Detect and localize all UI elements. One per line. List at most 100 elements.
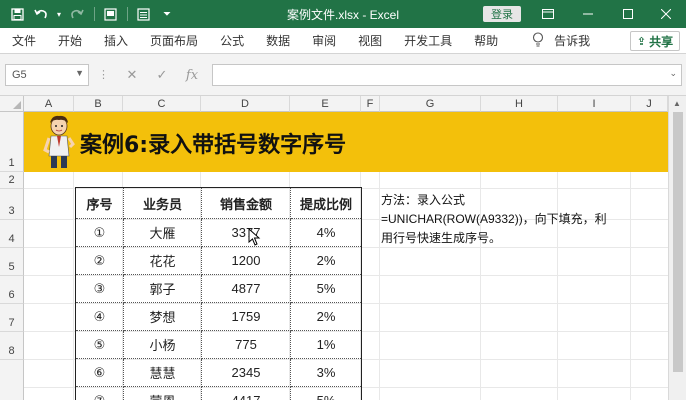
chevron-down-icon[interactable]: ▼ [75, 68, 84, 78]
table-row: ① 大雁 3377 4% [75, 218, 362, 247]
note-line: 方法：录入公式 [381, 193, 466, 207]
table-cell[interactable]: 小杨 [123, 330, 202, 359]
tab-data[interactable]: 数据 [266, 32, 290, 49]
row-header[interactable]: 5 [0, 248, 24, 276]
tab-help[interactable]: 帮助 [474, 32, 498, 49]
tell-me-box[interactable]: 告诉我 [532, 31, 591, 50]
undo-icon[interactable] [30, 3, 52, 25]
name-box-value: G5 [12, 69, 27, 81]
table-cell[interactable]: 3% [290, 358, 362, 387]
table-cell[interactable]: 4417 [201, 386, 291, 400]
redo-icon[interactable] [66, 3, 88, 25]
row-header[interactable] [0, 360, 24, 400]
table-cell[interactable]: 大雁 [123, 218, 202, 247]
scroll-up-icon[interactable]: ▲ [673, 99, 681, 108]
table-cell[interactable]: ② [75, 246, 124, 275]
login-button[interactable]: 登录 [483, 6, 521, 22]
table-cell[interactable]: ⑦ [75, 386, 124, 400]
tab-review[interactable]: 审阅 [312, 32, 336, 49]
table-cell[interactable]: 2% [290, 302, 362, 331]
close-icon[interactable] [646, 0, 686, 28]
table-cell[interactable]: 4% [290, 218, 362, 247]
table-cell[interactable]: 梦想 [123, 302, 202, 331]
table-cell[interactable]: 775 [201, 330, 291, 359]
row-header[interactable]: 3 [0, 189, 24, 220]
table-cell[interactable]: 5% [290, 274, 362, 303]
row-header[interactable]: 8 [0, 332, 24, 360]
column-header[interactable]: F [361, 96, 380, 112]
ribbon-display-options-icon[interactable] [528, 0, 568, 28]
table-cell[interactable]: 5% [290, 386, 362, 400]
row-header[interactable]: 7 [0, 304, 24, 332]
column-header[interactable]: D [201, 96, 290, 112]
table-cell[interactable]: 2345 [201, 358, 291, 387]
table-cell[interactable]: ④ [75, 302, 124, 331]
tab-page-layout[interactable]: 页面布局 [150, 32, 198, 49]
table-header[interactable]: 序号 [75, 187, 124, 219]
customize-qat-icon[interactable]: ⏷ [156, 3, 178, 25]
table-cell[interactable]: 花花 [123, 246, 202, 275]
table-cell[interactable]: ⑥ [75, 358, 124, 387]
scrollbar-thumb[interactable] [673, 112, 683, 372]
tab-formulas[interactable]: 公式 [220, 32, 244, 49]
table-header-row: 序号 业务员 销售金额 提成比例 [75, 187, 362, 219]
row-header[interactable]: 6 [0, 276, 24, 304]
enter-icon[interactable]: ✓ [150, 64, 174, 86]
table-header[interactable]: 销售金额 [201, 187, 291, 219]
resize-handle-icon[interactable]: ⋮ [98, 68, 109, 81]
print-preview-icon[interactable] [99, 3, 121, 25]
table-row: ④ 梦想 1759 2% [75, 302, 362, 331]
undo-dropdown-icon[interactable]: ▾ [54, 3, 64, 25]
form-icon[interactable] [132, 3, 154, 25]
table-cell[interactable]: ③ [75, 274, 124, 303]
toolbar-separator [94, 7, 95, 21]
row-header[interactable]: 1 [0, 112, 24, 172]
table-cell[interactable]: 蒙恩 [123, 386, 202, 400]
tab-developer[interactable]: 开发工具 [404, 32, 452, 49]
row-header[interactable]: 2 [0, 172, 24, 189]
tab-file[interactable]: 文件 [12, 32, 36, 49]
column-header[interactable]: A [24, 96, 74, 112]
table-cell[interactable]: 慧慧 [123, 358, 202, 387]
tab-view[interactable]: 视图 [358, 32, 382, 49]
table-cell[interactable]: 2% [290, 246, 362, 275]
cancel-icon[interactable]: ✕ [120, 64, 144, 86]
column-header[interactable]: B [74, 96, 123, 112]
quick-access-toolbar: ▾ ⏷ [0, 0, 180, 28]
table-row: ⑦ 蒙恩 4417 5% [75, 386, 362, 400]
column-header[interactable]: I [558, 96, 631, 112]
vertical-scrollbar[interactable]: ▲ [668, 96, 686, 400]
table-cell[interactable]: ① [75, 218, 124, 247]
save-icon[interactable] [6, 3, 28, 25]
table-header[interactable]: 提成比例 [290, 187, 362, 219]
share-button[interactable]: ⇪ 共享 [630, 31, 680, 51]
tab-insert[interactable]: 插入 [104, 32, 128, 49]
table-cell[interactable]: 4877 [201, 274, 291, 303]
select-all-button[interactable] [0, 96, 24, 112]
table-header[interactable]: 业务员 [123, 187, 202, 219]
formula-input[interactable]: ⌄ [212, 64, 682, 86]
column-header[interactable]: H [481, 96, 558, 112]
note-line: 用行号快速生成序号。 [381, 231, 502, 245]
table-cell[interactable]: 1% [290, 330, 362, 359]
table-row: ⑤ 小杨 775 1% [75, 330, 362, 359]
column-header[interactable]: G [380, 96, 481, 112]
insert-function-icon[interactable]: fx [180, 64, 204, 86]
table-cell[interactable]: 郭子 [123, 274, 202, 303]
maximize-icon[interactable] [608, 0, 648, 28]
share-label: 共享 [649, 34, 674, 49]
tell-me-label: 告诉我 [554, 34, 591, 48]
table-cell[interactable]: 1759 [201, 302, 291, 331]
table-cell[interactable]: 1200 [201, 246, 291, 275]
expand-formula-bar-icon[interactable]: ⌄ [669, 68, 677, 79]
table-cell[interactable]: 3377 [201, 218, 291, 247]
tab-home[interactable]: 开始 [58, 32, 82, 49]
table-cell[interactable]: ⑤ [75, 330, 124, 359]
method-note: 方法：录入公式 =UNICHAR(ROW(A9332))，向下填充，利 用行号快… [381, 191, 651, 248]
minimize-icon[interactable] [568, 0, 608, 28]
column-header[interactable]: J [631, 96, 668, 112]
column-header[interactable]: C [123, 96, 201, 112]
row-header[interactable]: 4 [0, 220, 24, 248]
name-box[interactable]: G5 ▼ [5, 64, 89, 86]
column-header[interactable]: E [290, 96, 361, 112]
